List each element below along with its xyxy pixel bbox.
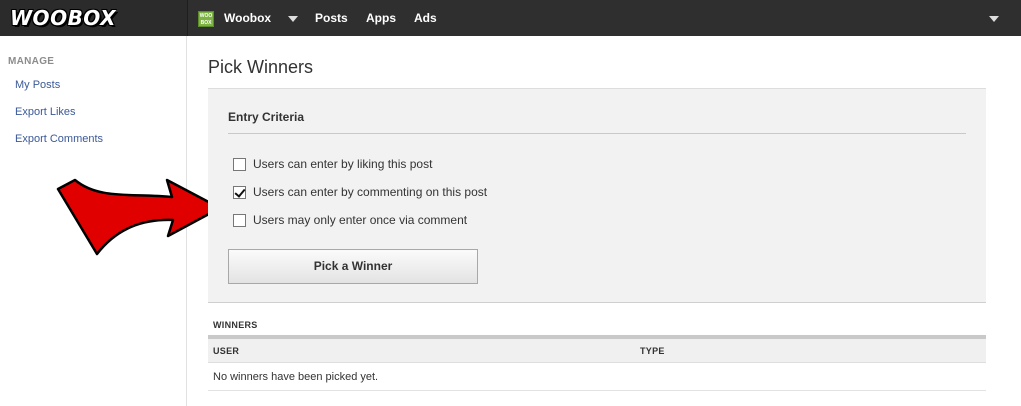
nav-apps[interactable]: Apps <box>366 11 396 25</box>
comment-entry-checkbox[interactable] <box>233 186 246 199</box>
once-via-comment-checkbox[interactable] <box>233 214 246 227</box>
account-menu[interactable]: Woobox <box>224 11 271 25</box>
sidebar-item-my-posts[interactable]: My Posts <box>15 79 60 91</box>
entry-criteria-heading: Entry Criteria <box>228 110 305 124</box>
divider <box>228 133 966 134</box>
sidebar-heading: MANAGE <box>8 56 55 67</box>
column-header-user: USER <box>213 346 240 356</box>
comment-entry-label[interactable]: Users can enter by commenting on this po… <box>253 185 487 199</box>
once-via-comment-label[interactable]: Users may only enter once via comment <box>253 213 467 227</box>
pick-a-winner-button[interactable]: Pick a Winner <box>228 249 478 284</box>
top-navigation-bar: WOO BOX Woobox Posts Apps Ads <box>187 0 1021 36</box>
chevron-down-icon[interactable] <box>288 16 298 22</box>
winners-table-header: USER TYPE <box>208 339 986 363</box>
red-arrow-annotation-icon <box>56 178 222 256</box>
like-entry-label[interactable]: Users can enter by liking this post <box>253 157 432 171</box>
entry-criteria-panel: Entry Criteria Users can enter by liking… <box>208 88 986 303</box>
sidebar-item-export-comments[interactable]: Export Comments <box>15 133 103 145</box>
woobox-app-icon[interactable]: WOO BOX <box>198 11 214 27</box>
column-header-type: TYPE <box>640 346 665 356</box>
winners-heading: WINNERS <box>213 320 258 330</box>
settings-menu-chevron-icon[interactable] <box>989 16 999 22</box>
woobox-logo[interactable]: WOOBOX <box>10 6 116 30</box>
logo-area: WOOBOX <box>0 0 187 36</box>
nav-posts[interactable]: Posts <box>315 11 348 25</box>
like-entry-checkbox[interactable] <box>233 158 246 171</box>
winners-empty-message: No winners have been picked yet. <box>213 371 379 383</box>
nav-ads[interactable]: Ads <box>414 11 437 25</box>
divider <box>208 390 986 391</box>
page-title: Pick Winners <box>208 57 314 77</box>
sidebar-item-export-likes[interactable]: Export Likes <box>15 106 76 118</box>
